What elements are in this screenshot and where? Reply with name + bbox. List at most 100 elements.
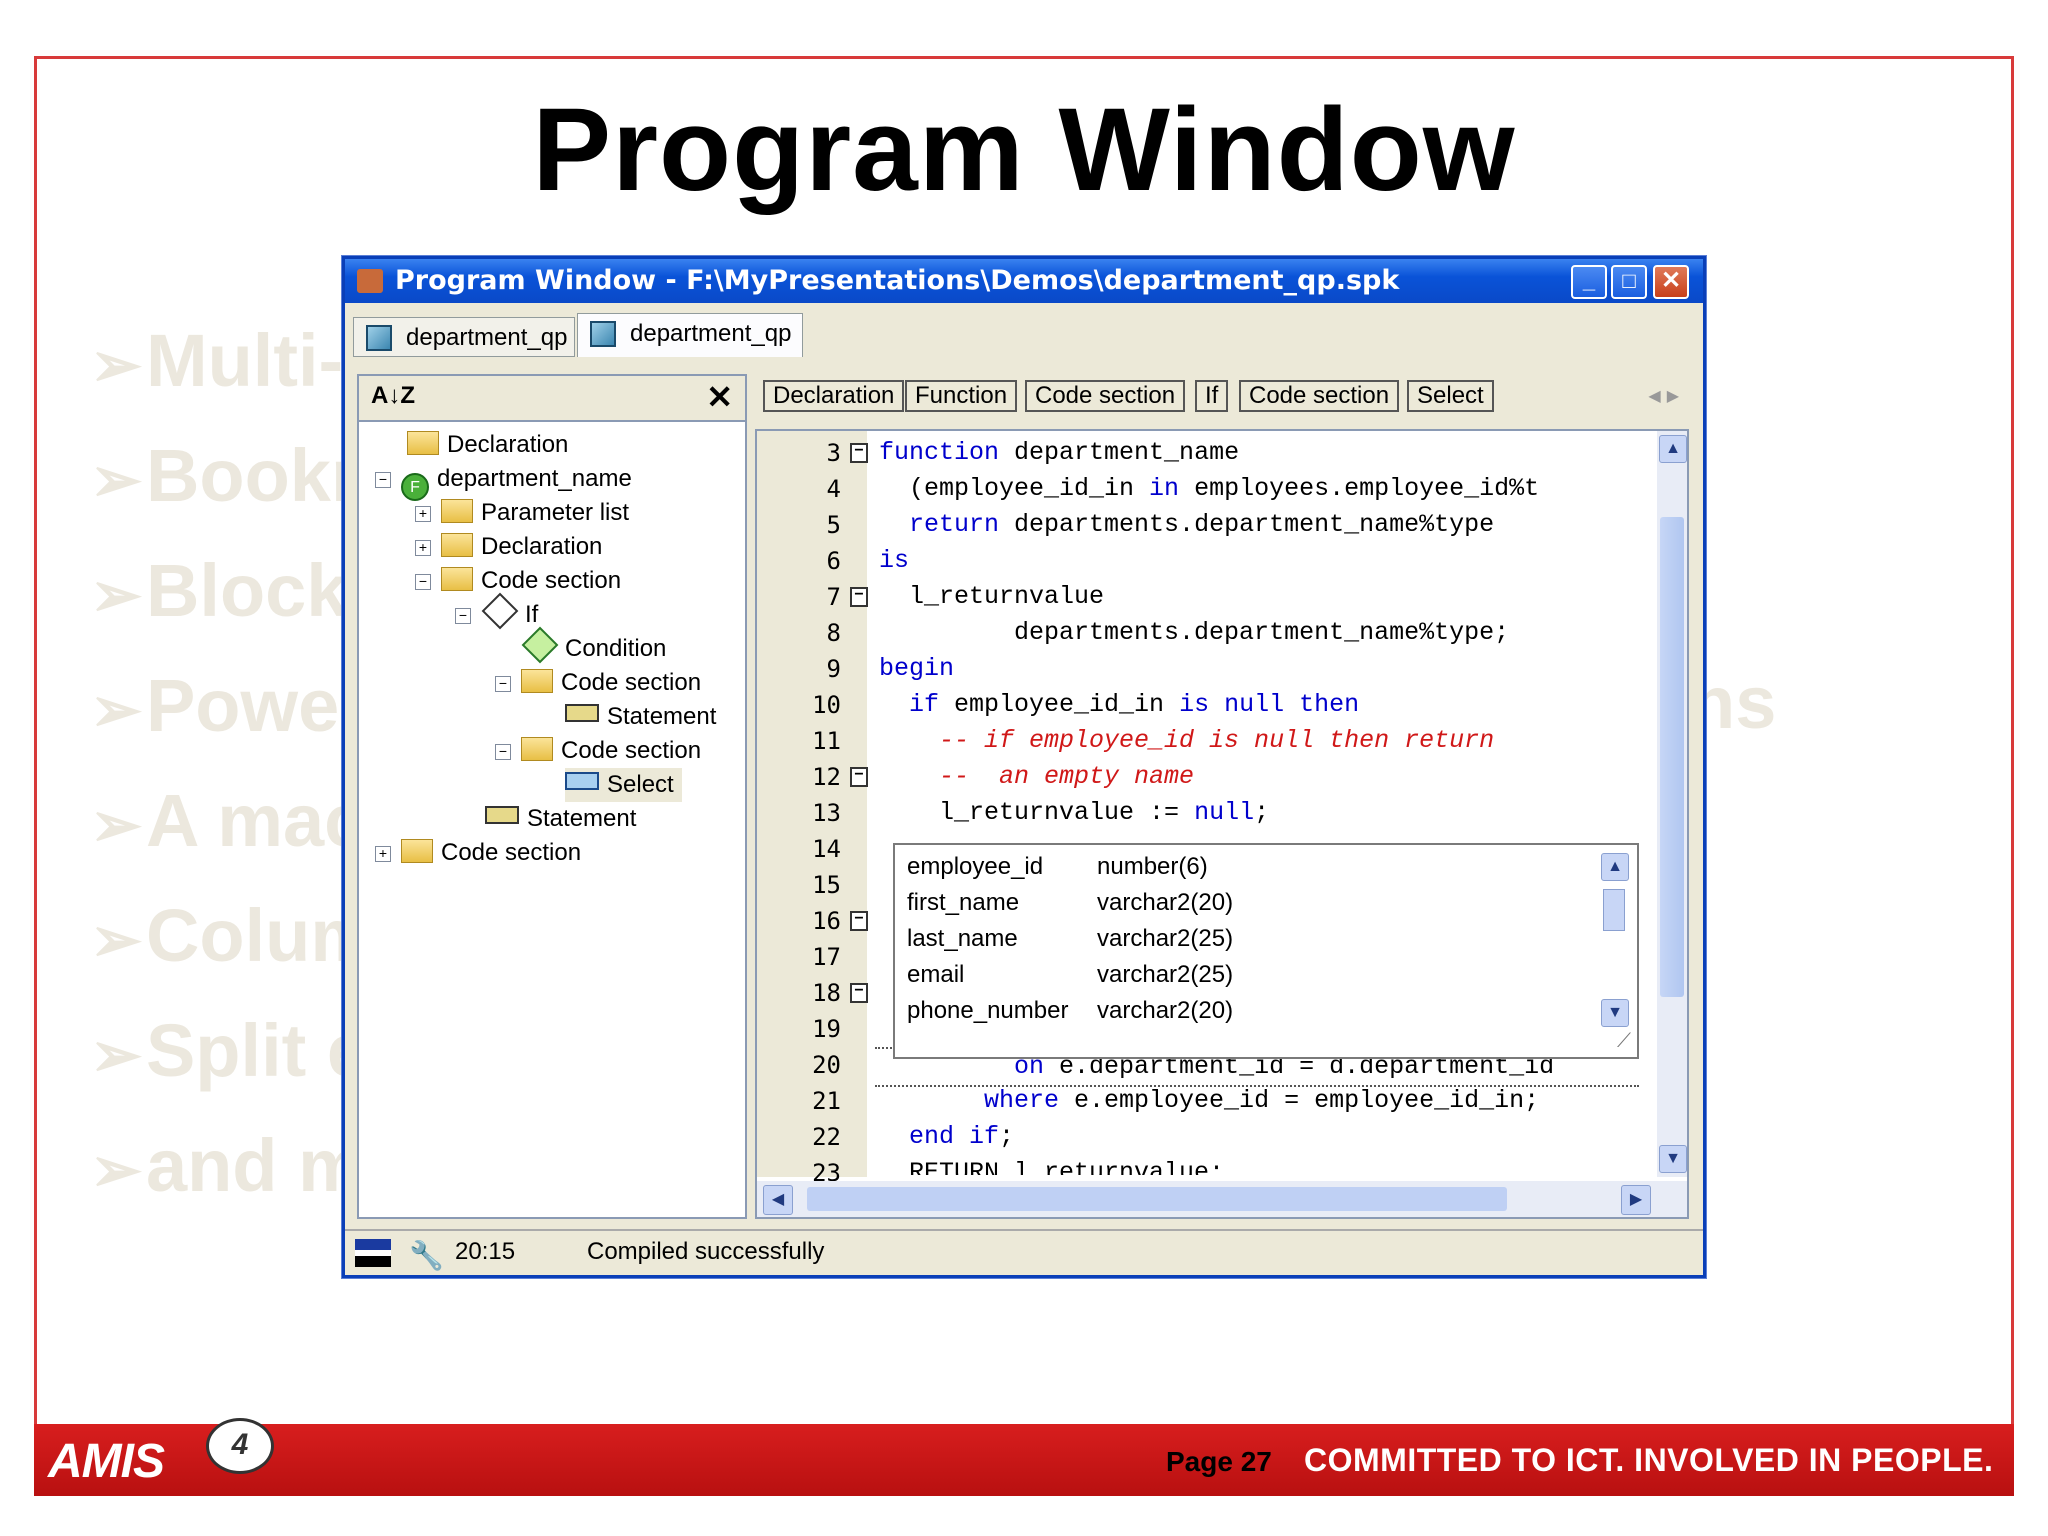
tree-node[interactable]: Condition [521, 626, 666, 666]
line-number: 12 [812, 763, 841, 791]
popup-item[interactable]: employee_id number(6) [907, 849, 1208, 885]
line-number: 21 [812, 1087, 841, 1115]
expand-icon[interactable]: + [375, 846, 391, 862]
code-line: function department_name [879, 438, 1240, 467]
close-panel-icon[interactable]: ✕ [706, 378, 733, 416]
window-list-icon[interactable] [355, 1239, 391, 1267]
tree-node-selected[interactable]: Select [565, 768, 682, 802]
breadcrumb-item[interactable]: Declaration [763, 380, 905, 412]
editor-vertical-scrollbar[interactable]: ▲ ▼ [1657, 431, 1687, 1177]
statement-icon [485, 806, 519, 824]
scroll-thumb[interactable] [807, 1187, 1507, 1211]
breadcrumb-item[interactable]: Code section [1239, 380, 1400, 412]
code-line: is [879, 546, 910, 575]
minimize-button[interactable]: _ [1571, 265, 1607, 299]
code-line: end if; [879, 1122, 1015, 1151]
tab-department-qp-2[interactable]: department_qp [577, 313, 803, 357]
app-icon [357, 269, 383, 293]
scroll-up-icon[interactable]: ▲ [1659, 435, 1687, 463]
tree-node[interactable]: Statement [485, 802, 636, 836]
collapse-icon[interactable]: − [375, 472, 391, 488]
collapse-icon[interactable]: − [495, 744, 511, 760]
scroll-left-icon[interactable]: ◀ [763, 1185, 793, 1215]
window-titlebar[interactable]: Program Window - F:\MyPresentations\Demo… [345, 259, 1703, 303]
popup-scroll-thumb[interactable] [1603, 889, 1625, 931]
scroll-up-icon[interactable]: ▲ [1601, 853, 1629, 881]
tab-department-qp-1[interactable]: department_qp [353, 317, 575, 357]
line-number: 5 [826, 511, 841, 539]
page-number: Page 27 [1166, 1446, 1272, 1477]
tree-node[interactable]: − If [455, 592, 538, 632]
collapse-icon[interactable]: − [415, 574, 431, 590]
line-number: 18 [812, 979, 841, 1007]
partner-logo-icon: 4 [206, 1418, 274, 1474]
line-number: 7 [826, 583, 841, 611]
status-message: Compiled successfully [587, 1238, 825, 1265]
code-editor[interactable]: 3 4 5 6 7 8 9 10 11 12 13 14 15 16 17 18… [755, 429, 1689, 1219]
popup-item[interactable]: email varchar2(25) [907, 957, 1233, 993]
line-number: 14 [812, 835, 841, 863]
program-window: Program Window - F:\MyPresentations\Demo… [342, 256, 1706, 1278]
package-icon [366, 325, 392, 351]
breadcrumb-scroll-arrows[interactable]: ◀▶ [1648, 386, 1685, 406]
tree-node[interactable]: + Code section [375, 836, 581, 870]
fold-toggle-icon[interactable]: − [850, 983, 868, 1003]
code-tree-panel: A↓Z ✕ Declaration − Fdepartment_name + Par… [357, 374, 747, 1219]
collapse-icon[interactable]: − [495, 676, 511, 692]
line-number: 15 [812, 871, 841, 899]
popup-scrollbar[interactable]: ▲ ▼ [1599, 853, 1629, 1033]
slide-title: Program Window [532, 84, 1516, 216]
popup-item[interactable]: phone_number varchar2(20) [907, 993, 1233, 1029]
cursor-position: 20:15 [455, 1238, 516, 1265]
sort-az-icon[interactable]: A↓Z [371, 382, 415, 410]
scroll-right-icon[interactable]: ▶ [1621, 1185, 1651, 1215]
fold-toggle-icon[interactable]: − [850, 911, 868, 931]
column-completion-popup[interactable]: employee_id number(6) first_name varchar2(… [893, 843, 1639, 1059]
tree-node[interactable]: + Parameter list [415, 496, 629, 530]
tree-node[interactable]: + Declaration [415, 530, 602, 564]
popup-item[interactable]: last_name varchar2(25) [907, 921, 1233, 957]
line-number: 11 [812, 727, 841, 755]
popup-item[interactable]: first_name varchar2(20) [907, 885, 1233, 921]
code-line: if employee_id_in is null then [879, 690, 1360, 719]
slide-footer: AMIS 4 Page 27 COMMITTED TO ICT. INVOLVE… [34, 1418, 2014, 1496]
scroll-down-icon[interactable]: ▼ [1659, 1145, 1687, 1173]
collapse-icon[interactable]: − [455, 608, 471, 624]
arrow-icon: ➢ [90, 906, 142, 975]
editor-horizontal-scrollbar[interactable]: ◀ ▶ [757, 1181, 1687, 1217]
code-line: (employee_id_in in employees.employee_id… [879, 474, 1540, 503]
breadcrumb-item[interactable]: Select [1407, 380, 1494, 412]
breadcrumb-item[interactable]: Function [905, 380, 1018, 412]
line-number: 6 [826, 547, 841, 575]
maximize-button[interactable]: □ [1611, 265, 1647, 299]
line-number: 4 [826, 475, 841, 503]
tree-node[interactable]: − Code section [495, 734, 701, 768]
open-folder-icon [521, 669, 553, 693]
tree-node[interactable]: Declaration [407, 428, 568, 462]
window-title: Program Window - F:\MyPresentations\Demo… [395, 265, 1400, 296]
breadcrumb-item[interactable]: If [1195, 380, 1229, 412]
fold-toggle-icon[interactable]: − [850, 443, 868, 463]
resize-grip-icon[interactable]: ⟋ [1617, 1030, 1631, 1053]
fold-toggle-icon[interactable]: − [850, 587, 868, 607]
line-number: 17 [812, 943, 841, 971]
line-number: 13 [812, 799, 841, 827]
package-icon [590, 321, 616, 347]
tree-node[interactable]: − Fdepartment_name [375, 462, 632, 501]
fold-toggle-icon[interactable]: − [850, 767, 868, 787]
breadcrumb-item[interactable]: Code section [1025, 380, 1186, 412]
code-line: l_returnvalue [879, 582, 1105, 611]
expand-icon[interactable]: + [415, 540, 431, 556]
condition-icon [521, 626, 559, 664]
scroll-down-icon[interactable]: ▼ [1601, 999, 1629, 1027]
wrench-icon[interactable]: 🔧 [409, 1235, 444, 1277]
code-line: begin [879, 654, 955, 683]
breadcrumb: Declaration Function Code section If Cod… [755, 374, 1691, 418]
tree-node[interactable]: − Code section [415, 564, 621, 598]
tree-node[interactable]: Statement [565, 700, 716, 734]
close-button[interactable]: ✕ [1653, 265, 1689, 299]
tree-node[interactable]: − Code section [495, 666, 701, 700]
expand-icon[interactable]: + [415, 506, 431, 522]
scroll-thumb[interactable] [1660, 517, 1684, 997]
open-folder-icon [521, 737, 553, 761]
